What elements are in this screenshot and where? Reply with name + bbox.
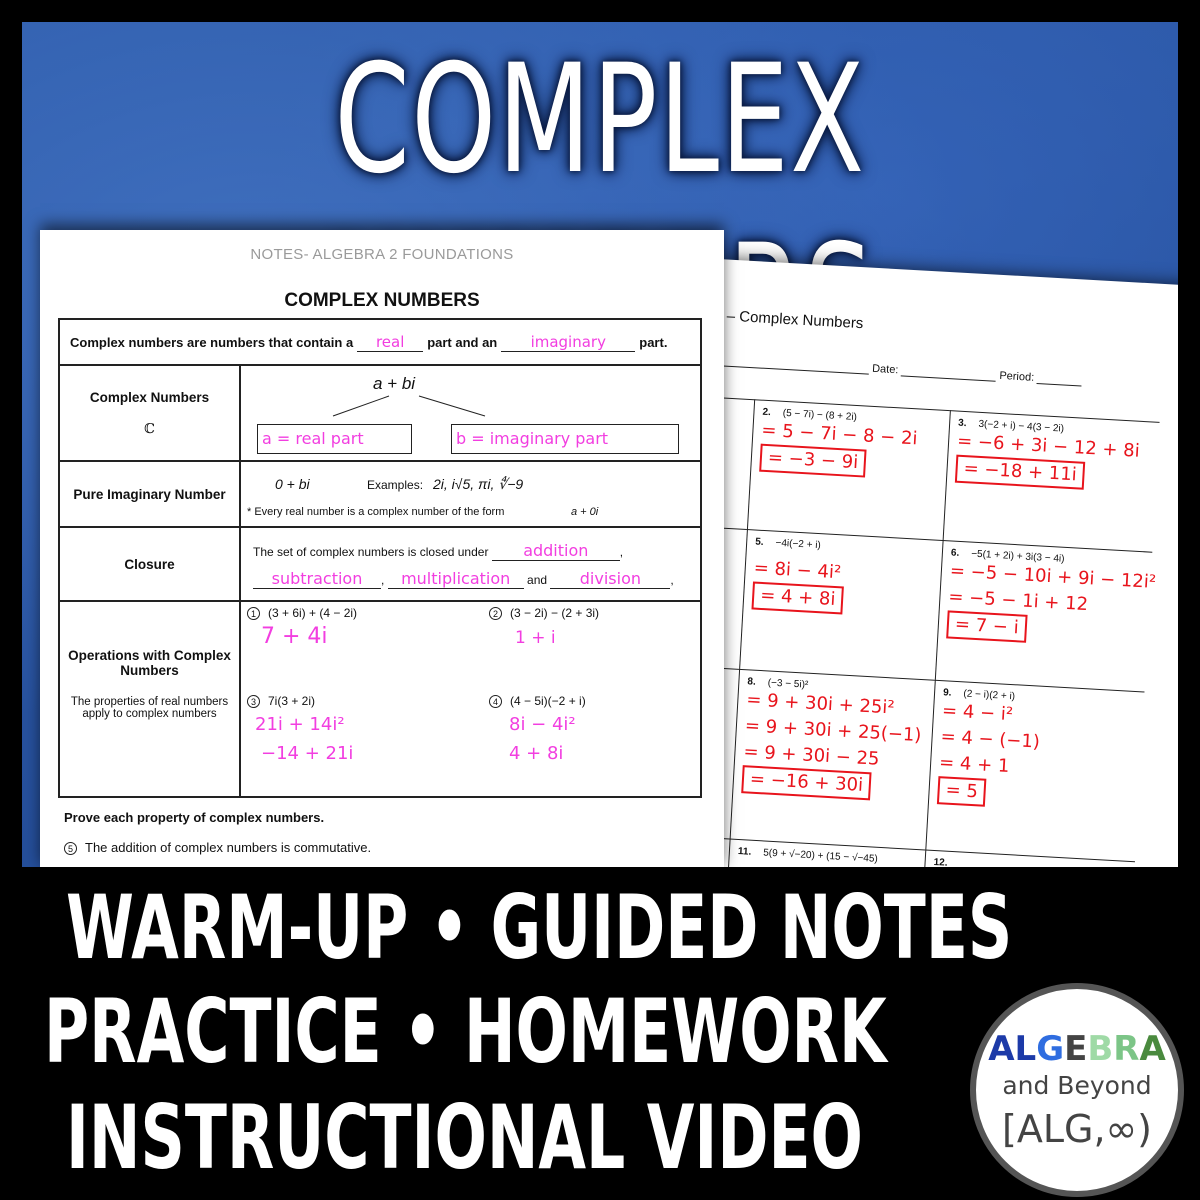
op-problem-4: 4 (4 − 5i)(−2 + i) 8i − 4i² 4 + 8i <box>489 694 586 764</box>
row-label: Complex Numbers ℂ <box>60 366 241 460</box>
logo-letter: R <box>1113 1029 1140 1069</box>
problem-number: 2 <box>489 607 502 620</box>
ws-problem-9: 9. (2 − i)(2 + i) = 4 − i² = 4 − (−1) = 4… <box>925 679 1145 862</box>
closure-op-division: division <box>550 570 671 589</box>
date-label: Date: <box>871 362 899 377</box>
real-number-note: * Every real number is a complex number … <box>247 506 505 518</box>
logo-letter: L <box>1014 1029 1037 1069</box>
boxed-answer: = 7 − i <box>946 610 1028 643</box>
intro-text: Complex numbers are numbers that contain… <box>70 334 354 350</box>
op-problem-1: 1 (3 + 6i) + (4 − 2i) 7 + 4i <box>247 606 357 649</box>
notes-table: Complex numbers are numbers that contain… <box>58 318 702 798</box>
pure-imaginary-form: 0 + bi <box>275 476 310 492</box>
ws-problem-3: 3. 3(−2 + i) − 4(3 − 2i) = −6 + 3i − 12 +… <box>942 410 1160 552</box>
handwritten-work: 7 + 4i <box>261 624 328 649</box>
intro-row: Complex numbers are numbers that contain… <box>60 320 700 364</box>
feature-line-1: WARM-UP • GUIDED NOTES <box>66 876 1013 979</box>
answer-imaginary: imaginary <box>501 333 636 352</box>
boxed-answer: = −3 − 9i <box>759 443 867 478</box>
algebra-and-beyond-logo: ALGEBRA and Beyond [ALG,∞) <box>970 983 1184 1197</box>
problem-expr: (4 − 5i)(−2 + i) <box>510 694 586 708</box>
boxed-answer: = −18 + 11i <box>954 454 1086 490</box>
boxed-answer: = 5 <box>936 776 987 807</box>
closure-text: The set of complex numbers is closed und… <box>253 545 489 559</box>
handwritten-work: 4 + 8i <box>509 743 564 764</box>
problem-number: 3 <box>247 695 260 708</box>
ws-problem-6: 6. −5(1 + 2i) + 3i(3 − 4i) = −5 − 10i + 9… <box>934 539 1157 692</box>
problem-expr: (3 + 6i) + (4 − 2i) <box>268 606 358 620</box>
notes-header: NOTES- ALGEBRA 2 FOUNDATIONS <box>250 246 514 263</box>
complex-set-symbol: ℂ <box>144 420 155 437</box>
closure-op-addition: addition <box>491 542 620 561</box>
problem-number: 1 <box>247 607 260 620</box>
problem-expr: 7i(3 + 2i) <box>268 694 316 708</box>
closure-op-subtraction: subtraction <box>253 570 381 589</box>
ws-problem-8: 8. (−3 − 5i)² = 9 + 30i + 25i² = 9 + 30i … <box>729 668 935 850</box>
box-a-real-part: a = real part <box>257 424 412 454</box>
banner: COMPLEX NUMBERS – Complex Numbers Date: … <box>22 22 1178 867</box>
closure-row: Closure The set of complex numbers is cl… <box>60 526 700 600</box>
ws-problem-2: 2. (5 − 7i) − (8 + 2i) = 5 − 7i − 8 − 2i … <box>746 399 950 540</box>
pure-imaginary-content: 0 + bi Examples: 2i, i√5, πi, ∜−9 * Ever… <box>241 462 700 526</box>
ws-problem-5: 5. −4i(−2 + i) = 8i − 4i² = 4 + 8i <box>739 529 943 680</box>
logo-letter: B <box>1087 1029 1114 1069</box>
period-label: Period: <box>999 369 1035 384</box>
logo-interval-mark: [ALG,∞) <box>1002 1107 1152 1151</box>
feature-line-3: INSTRUCTIONAL VIDEO <box>66 1086 863 1189</box>
prove-item: 5 The addition of complex numbers is comm… <box>64 840 371 855</box>
examples-label: Examples: <box>367 478 424 492</box>
problem-expr: (3 − 2i) − (2 + 3i) <box>510 606 600 620</box>
logo-letter: A <box>1139 1029 1166 1069</box>
pure-imaginary-row: Pure Imaginary Number 0 + bi Examples: 2… <box>60 460 700 526</box>
operations-content: 1 (3 + 6i) + (4 − 2i) 7 + 4i 2 (3 − 2i) − … <box>241 602 700 796</box>
label-complex-numbers: Complex Numbers <box>89 389 210 405</box>
box-b-imaginary-part: b = imaginary part <box>451 424 679 454</box>
closure-and: and <box>527 573 548 587</box>
logo-tagline: and Beyond <box>1002 1071 1152 1100</box>
real-number-form: a + 0i <box>571 506 599 518</box>
row-label: Operations with Complex Numbers The prop… <box>60 602 241 796</box>
label-operations: Operations with Complex Numbers <box>68 648 231 678</box>
closure-content: The set of complex numbers is closed und… <box>253 541 674 589</box>
handwritten-work: 8i − 4i² <box>509 714 576 735</box>
logo-letter: E <box>1064 1029 1088 1069</box>
logo-letter: A <box>988 1029 1015 1069</box>
boxed-answer: = −16 + 30i <box>741 765 872 801</box>
worksheet-name-date-line: Date: Period: <box>694 352 1174 392</box>
logo-wordmark: ALGEBRA <box>976 1029 1178 1069</box>
closure-op-multiplication: multiplication <box>387 570 524 589</box>
feature-line-2: PRACTICE • HOMEWORK <box>44 980 887 1083</box>
boxed-answer: = 4 + 8i <box>751 581 845 615</box>
logo-letter: G <box>1036 1029 1065 1069</box>
problem-number: 5 <box>64 842 77 855</box>
intro-text: part. <box>639 334 668 350</box>
handwritten-work: 21i + 14i² <box>255 714 345 735</box>
guided-notes-sheet: NOTES- ALGEBRA 2 FOUNDATIONS COMPLEX NUM… <box>40 230 724 867</box>
worksheet-title: – Complex Numbers <box>726 307 864 333</box>
label-pure-imaginary: Pure Imaginary Number <box>60 462 241 526</box>
op-problem-2: 2 (3 − 2i) − (2 + 3i) 1 + i <box>489 606 599 648</box>
examples-list: 2i, i√5, πi, ∜−9 <box>433 476 524 492</box>
problem-number: 4 <box>489 695 502 708</box>
notes-title: COMPLEX NUMBERS <box>284 290 480 311</box>
prove-item-text: The addition of complex numbers is commu… <box>85 840 372 855</box>
intro-text: part and an <box>427 334 498 350</box>
answer-real: real <box>357 333 424 352</box>
prove-heading: Prove each property of complex numbers. <box>64 810 325 825</box>
op-problem-3: 3 7i(3 + 2i) 21i + 14i² −14 + 21i <box>247 694 353 764</box>
handwritten-work: −14 + 21i <box>261 743 354 764</box>
operations-sublabel: The properties of real numbers apply to … <box>70 696 229 720</box>
handwritten-work: 1 + i <box>515 628 556 648</box>
label-closure: Closure <box>60 528 241 600</box>
practice-worksheet: – Complex Numbers Date: Period: 2. (5 − 7… <box>664 258 1178 867</box>
operations-row: Operations with Complex Numbers The prop… <box>60 600 700 796</box>
complex-numbers-row: Complex Numbers ℂ a + bi a = real part b… <box>60 364 700 460</box>
complex-numbers-content: a + bi a = real part b = imaginary part <box>241 366 700 460</box>
